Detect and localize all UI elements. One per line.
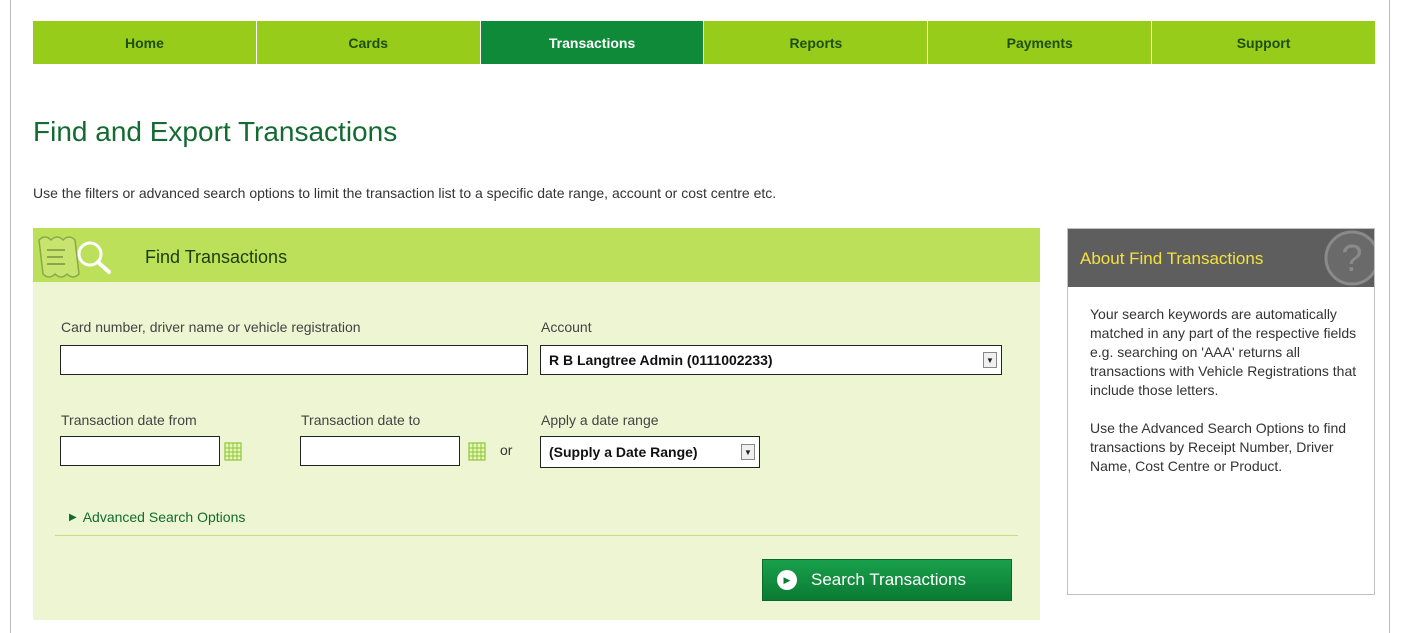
page-intro: Use the filters or advanced search optio…	[33, 185, 777, 201]
panel-divider	[55, 535, 1018, 536]
about-panel-title: About Find Transactions	[1080, 249, 1264, 268]
date-to-input[interactable]	[300, 436, 460, 466]
date-from-label: Transaction date from	[61, 412, 197, 428]
or-text: or	[500, 442, 513, 458]
nav-transactions[interactable]: Transactions	[480, 21, 705, 64]
receipt-search-icon	[38, 236, 111, 278]
date-from-input[interactable]	[60, 436, 220, 466]
nav-payments[interactable]: Payments	[928, 21, 1153, 64]
caret-right-icon: ▶	[69, 511, 77, 523]
search-button-label: Search Transactions	[811, 570, 966, 589]
about-panel: About Find Transactions ? Your search ke…	[1067, 228, 1375, 595]
account-label: Account	[541, 319, 592, 335]
nav-cards[interactable]: Cards	[256, 21, 481, 64]
page-title: Find and Export Transactions	[33, 116, 398, 147]
about-panel-body: Your search keywords are automatically m…	[1090, 305, 1360, 495]
play-arrow-icon: ▶	[777, 570, 797, 590]
date-range-selected-value: (Supply a Date Range)	[549, 444, 698, 460]
main-nav: Home Cards Transactions Reports Payments…	[33, 21, 1375, 64]
svg-text:?: ?	[1341, 238, 1362, 280]
about-panel-header: About Find Transactions ?	[1068, 229, 1374, 287]
find-panel-title: Find Transactions	[145, 247, 288, 267]
date-range-select[interactable]: (Supply a Date Range) ▼	[540, 436, 760, 468]
nav-reports[interactable]: Reports	[704, 21, 929, 64]
question-mark-icon: ?	[1324, 230, 1374, 286]
account-selected-value: R B Langtree Admin (0111002233)	[549, 352, 773, 368]
search-transactions-button[interactable]: ▶ Search Transactions	[762, 559, 1012, 601]
keyword-label: Card number, driver name or vehicle regi…	[61, 319, 361, 335]
account-select[interactable]: R B Langtree Admin (0111002233) ▼	[540, 345, 1002, 375]
find-transactions-panel: Find Transactions Card number, driver na…	[33, 228, 1040, 620]
about-paragraph: Your search keywords are automatically m…	[1090, 306, 1357, 398]
date-to-label: Transaction date to	[301, 412, 421, 428]
keyword-input[interactable]	[60, 345, 528, 375]
nav-home[interactable]: Home	[33, 21, 257, 64]
calendar-icon[interactable]	[468, 441, 486, 461]
date-range-label: Apply a date range	[541, 412, 659, 428]
about-paragraph: Use the Advanced Search Options to find …	[1090, 420, 1347, 474]
advanced-search-toggle[interactable]: ▶ Advanced Search Options	[69, 509, 245, 525]
nav-support[interactable]: Support	[1152, 21, 1375, 64]
advanced-search-label: Advanced Search Options	[82, 509, 246, 525]
chevron-down-icon[interactable]: ▼	[983, 352, 997, 368]
find-panel-header: Find Transactions	[33, 228, 1040, 282]
chevron-down-icon[interactable]: ▼	[741, 444, 755, 460]
calendar-icon[interactable]	[224, 441, 242, 461]
